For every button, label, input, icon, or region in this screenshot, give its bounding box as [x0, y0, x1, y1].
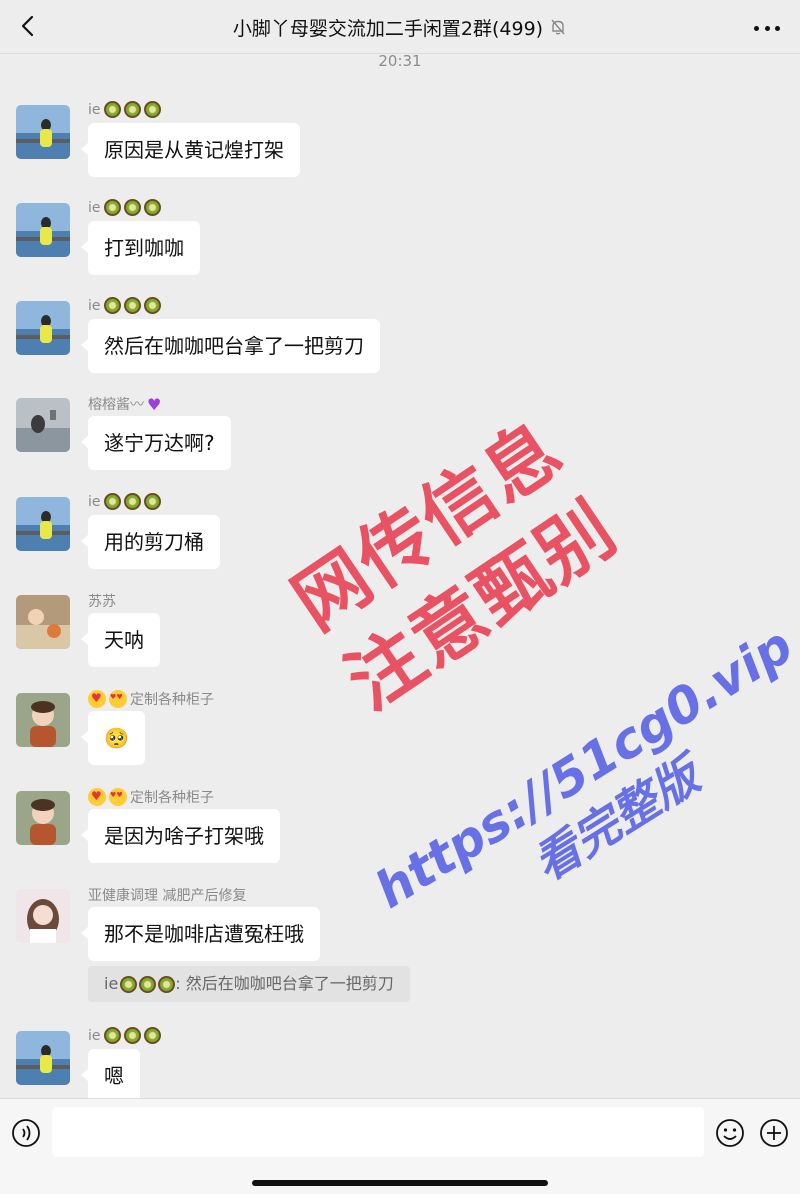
kiwi-icon — [143, 493, 161, 510]
kiwi-icon — [123, 1027, 141, 1044]
chat-header: 小脚丫母婴交流加二手闲置2群(499) — [0, 0, 800, 54]
timestamp: 20:31 — [378, 52, 422, 70]
home-indicator — [252, 1180, 548, 1186]
kiwi-icon — [139, 976, 157, 993]
quote-text: 然后在咖咖吧台拿了一把剪刀 — [185, 974, 394, 993]
kiwi-icon — [143, 101, 161, 118]
message-bubble[interactable]: 原因是从黄记煌打架 — [81, 123, 300, 177]
message-bubble[interactable]: 打到咖咖 — [81, 221, 200, 275]
sender-label: ie — [88, 101, 101, 118]
bell-muted-icon — [551, 19, 565, 35]
sender-label: 亚健康调理 减肥产后修复 — [88, 888, 247, 904]
kiwi-icon — [123, 493, 141, 510]
sender-name: ie — [88, 199, 161, 216]
message-bubble[interactable]: 嗯 — [81, 1049, 140, 1103]
emoji-icon[interactable] — [714, 1117, 746, 1149]
sender-name: 亚健康调理 减肥产后修复 — [88, 885, 246, 905]
kiwi-icon — [103, 297, 121, 314]
sender-name: ie — [88, 101, 161, 118]
sender-label: 定制各种柜子 — [130, 790, 214, 806]
message-bubble[interactable]: 是因为啥子打架哦 — [81, 809, 280, 863]
sender-name: 定制各种柜子 — [88, 689, 214, 709]
sender-name: ie — [88, 297, 161, 314]
avatar[interactable] — [16, 105, 70, 159]
avatar[interactable] — [16, 1031, 70, 1085]
sender-label: 榕榕酱〰 — [88, 397, 144, 413]
kiwi-icon — [143, 1027, 161, 1044]
kiwi-icon — [103, 493, 121, 510]
red-watermark: 网传信息 注意甄别 — [248, 383, 662, 749]
group-title[interactable]: 小脚丫母婴交流加二手闲置2群(499) — [233, 14, 543, 41]
kiwi-icon — [123, 297, 141, 314]
kiwi-icon — [143, 199, 161, 216]
avatar[interactable] — [16, 595, 70, 649]
kiwi-icon — [103, 199, 121, 216]
sender-name: 定制各种柜子 — [88, 787, 214, 807]
avatar[interactable] — [16, 791, 70, 845]
sender-label: 定制各种柜子 — [130, 692, 214, 708]
smiling-hearts-icon — [88, 689, 106, 708]
sender-name: 苏苏 — [88, 591, 116, 611]
avatar[interactable] — [16, 398, 70, 452]
kiwi-icon — [103, 1027, 121, 1044]
message-bubble[interactable]: 然后在咖咖吧台拿了一把剪刀 — [81, 319, 380, 373]
kiwi-icon — [103, 101, 121, 118]
quote-sender: ie — [104, 974, 119, 993]
kiwi-icon — [158, 976, 176, 993]
heart-eyes-icon — [109, 690, 127, 708]
avatar[interactable] — [16, 203, 70, 257]
sender-label: ie — [88, 493, 101, 510]
heart-eyes-icon — [109, 788, 127, 806]
voice-icon[interactable] — [10, 1117, 42, 1149]
message-bubble[interactable]: 遂宁万达啊? — [81, 416, 231, 470]
sender-label: ie — [88, 199, 101, 216]
plus-icon[interactable] — [758, 1117, 790, 1149]
avatar[interactable] — [16, 497, 70, 551]
sender-label: 苏苏 — [88, 594, 116, 610]
avatar[interactable] — [16, 889, 70, 943]
avatar[interactable] — [16, 301, 70, 355]
avatar[interactable] — [16, 693, 70, 747]
sender-label: ie — [88, 297, 101, 314]
message-bubble[interactable]: 用的剪刀桶 — [81, 515, 220, 569]
sender-label: ie — [88, 1027, 101, 1044]
kiwi-icon — [120, 976, 138, 993]
purple-heart-icon: ♥ — [147, 394, 162, 414]
kiwi-icon — [123, 101, 141, 118]
smiling-hearts-icon — [88, 787, 106, 806]
message-bubble[interactable]: 那不是咖啡店遭冤枉哦 — [81, 907, 320, 961]
title-wrap: 小脚丫母婴交流加二手闲置2群(499) — [60, 0, 740, 54]
sender-name: 榕榕酱〰 ♥ — [88, 394, 161, 414]
message-input[interactable] — [52, 1107, 704, 1157]
kiwi-icon — [123, 199, 141, 216]
chevron-left-icon[interactable] — [16, 13, 42, 39]
kiwi-icon — [143, 297, 161, 314]
message-bubble[interactable]: 🥺 — [81, 711, 145, 765]
more-dots-icon[interactable] — [754, 24, 780, 32]
sender-name: ie — [88, 1027, 161, 1044]
sender-name: ie — [88, 493, 161, 510]
message-bubble[interactable]: 天呐 — [81, 613, 160, 667]
quoted-message[interactable]: ie: 然后在咖咖吧台拿了一把剪刀 — [88, 966, 410, 1002]
